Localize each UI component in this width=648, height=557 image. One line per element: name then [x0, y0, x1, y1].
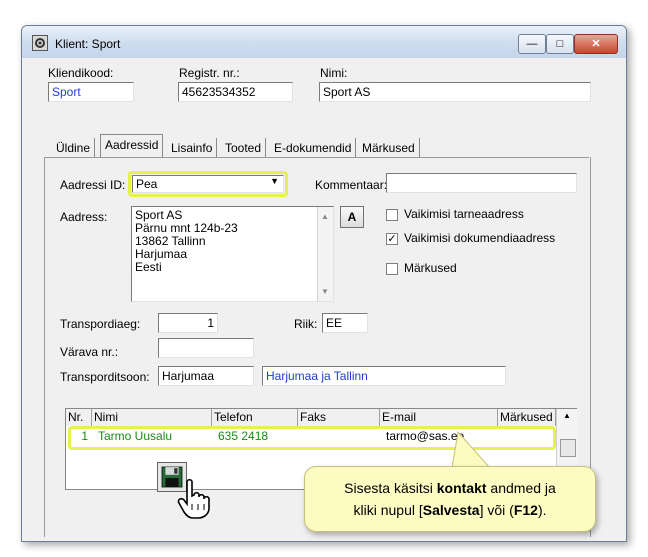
default-delivery-label: Vaikimisi tarneaadress	[404, 207, 524, 221]
comment-label: Kommentaar:	[315, 178, 388, 192]
scroll-thumb[interactable]	[560, 439, 576, 457]
comment-field[interactable]	[386, 173, 577, 193]
client-window: Klient: Sport — □ ✕ Kliendikood: Sport R…	[21, 25, 627, 542]
name-label: Nimi:	[320, 66, 348, 80]
country-field[interactable]: EE	[322, 313, 368, 333]
address-textarea[interactable]: Sport AS Pärnu mnt 124b-23 13862 Tallinn…	[131, 206, 334, 302]
grid-header-name[interactable]: Nimi	[92, 409, 212, 426]
maximize-icon: □	[556, 38, 564, 50]
font-button[interactable]: A	[340, 206, 364, 228]
gate-label: Värava nr.:	[60, 345, 119, 359]
tab-products[interactable]: Tooted	[221, 138, 267, 158]
title-bar: Klient: Sport — □ ✕	[22, 26, 626, 58]
address-scrollbar[interactable]: ▲ ▼	[317, 207, 333, 301]
name-field[interactable]: Sport AS	[319, 82, 591, 102]
tab-addresses[interactable]: Aadressid	[100, 134, 164, 158]
grid-header-email[interactable]: E-mail	[380, 409, 498, 426]
callout-text: ).	[537, 502, 547, 518]
address-line: Harjumaa	[135, 247, 188, 261]
callout-bold-f12: F12	[513, 502, 538, 518]
tab-general[interactable]: Üldine	[52, 138, 96, 158]
close-icon: ✕	[591, 38, 601, 50]
default-document-label: Vaikimisi dokumendiaadress	[404, 231, 556, 245]
scroll-down-icon[interactable]: ▼	[321, 285, 329, 298]
callout-text: ] või (	[479, 502, 514, 518]
transport-delay-label: Transpordiaeg:	[60, 317, 141, 331]
chevron-down-icon: ▼	[270, 176, 279, 186]
address-label: Aadress:	[60, 210, 108, 224]
address-id-select[interactable]: Pea ▼	[132, 175, 284, 193]
grid-header-fax[interactable]: Faks	[298, 409, 380, 426]
minimize-icon: —	[526, 38, 538, 50]
remarks-label: Märkused	[404, 261, 457, 275]
gate-field[interactable]	[158, 338, 254, 358]
checkmark-icon: ✓	[387, 233, 397, 245]
callout-bold-contact: kontakt	[436, 480, 487, 496]
grid-header-notes[interactable]: Märkused	[498, 409, 556, 426]
window-title: Klient: Sport	[55, 37, 121, 51]
tab-e-documents[interactable]: E-dokumendid	[270, 138, 357, 158]
callout-text: andmed ja	[486, 480, 556, 496]
address-line: Eesti	[135, 260, 162, 274]
transport-delay-field[interactable]: 1	[158, 313, 218, 333]
country-label: Riik:	[294, 317, 318, 331]
tab-extra-info[interactable]: Lisainfo	[167, 138, 218, 158]
reg-no-field[interactable]: 45623534352	[178, 82, 293, 102]
transport-zone-label: Transporditsoon:	[60, 370, 150, 384]
transport-zone-code-field[interactable]: Harjumaa	[158, 366, 254, 386]
callout-pointer	[451, 430, 492, 469]
default-delivery-checkbox[interactable]	[386, 209, 398, 221]
callout-line-1: Sisesta käsitsi kontakt andmed ja	[305, 477, 595, 499]
grid-header-nr[interactable]: Nr.	[66, 409, 92, 426]
minimize-button[interactable]: —	[518, 34, 546, 54]
address-id-value: Pea	[136, 177, 158, 191]
default-document-checkbox[interactable]: ✓	[386, 233, 398, 245]
client-code-field[interactable]: Sport	[48, 82, 134, 102]
callout-line-2: kliki nupul [Salvesta] või (F12).	[305, 499, 595, 521]
scroll-up-icon[interactable]: ▲	[321, 210, 329, 223]
callout-text: Sisesta käsitsi	[344, 480, 437, 496]
scroll-up-icon[interactable]: ▲	[563, 411, 571, 420]
address-id-label: Aadressi ID:	[60, 178, 126, 192]
remarks-checkbox[interactable]	[386, 263, 398, 275]
callout-bold-save: Salvesta	[422, 502, 480, 518]
hand-cursor-icon	[177, 478, 210, 519]
callout-text: kliki nupul [	[353, 502, 423, 518]
app-gear-icon	[32, 35, 48, 51]
reg-no-label: Registr. nr.:	[179, 66, 240, 80]
client-code-label: Kliendikood:	[48, 66, 114, 80]
transport-zone-name-field[interactable]: Harjumaa ja Tallinn	[262, 366, 506, 386]
instruction-callout: Sisesta käsitsi kontakt andmed ja kliki …	[304, 466, 596, 532]
close-button[interactable]: ✕	[574, 34, 618, 54]
maximize-button[interactable]: □	[546, 34, 574, 54]
tab-remarks[interactable]: Märkused	[358, 138, 420, 158]
grid-header-phone[interactable]: Telefon	[212, 409, 298, 426]
